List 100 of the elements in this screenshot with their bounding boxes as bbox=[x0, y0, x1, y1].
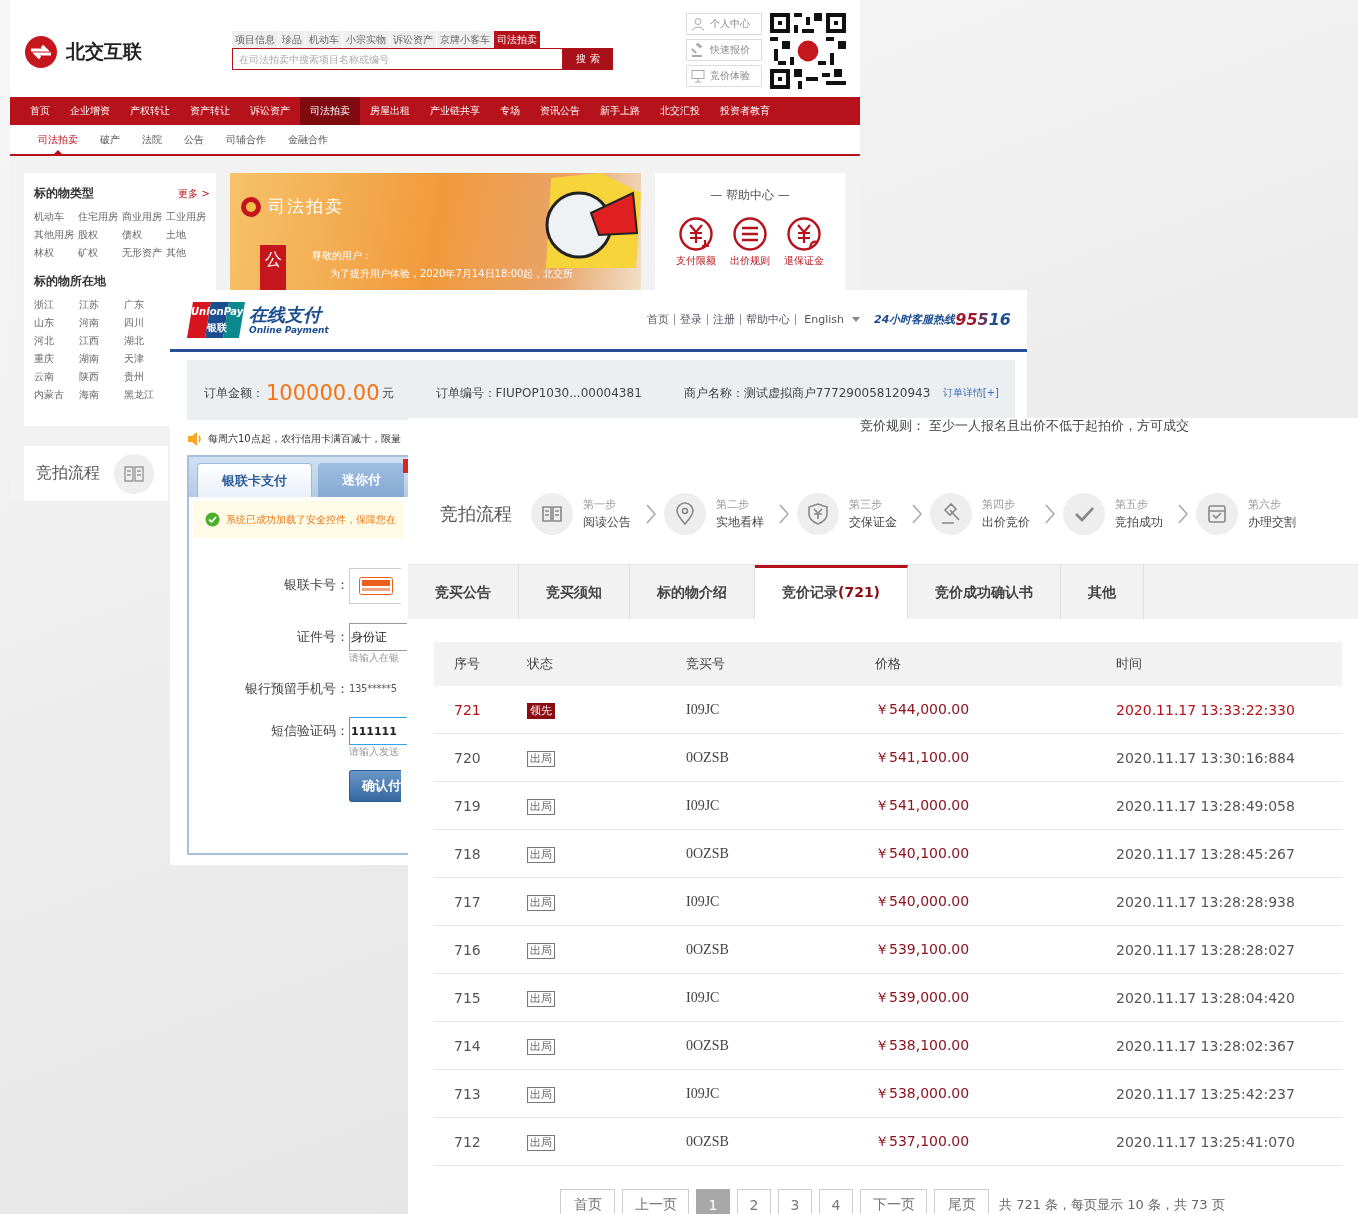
search-tab[interactable]: 项目信息 bbox=[232, 31, 278, 48]
bank-card-field[interactable] bbox=[349, 568, 401, 604]
location-link[interactable]: 内蒙古 bbox=[34, 388, 79, 401]
nav-item[interactable]: 投资者教育 bbox=[710, 97, 780, 125]
step-label: 出价竞价 bbox=[982, 514, 1030, 531]
detail-tab[interactable]: 竞买须知 bbox=[519, 565, 630, 619]
search-tab[interactable]: 诉讼资产 bbox=[390, 31, 436, 48]
nav-item[interactable]: 专场 bbox=[490, 97, 530, 125]
shield-icon bbox=[797, 493, 839, 535]
nav-item[interactable]: 资讯公告 bbox=[530, 97, 590, 125]
detail-tab[interactable]: 其他 bbox=[1061, 565, 1145, 619]
help-link[interactable]: 支付限额 bbox=[676, 254, 716, 268]
category-link[interactable]: 土地 bbox=[166, 228, 210, 241]
yuan-icon[interactable] bbox=[786, 216, 822, 252]
search-button[interactable]: 搜 索 bbox=[563, 48, 613, 70]
nav-item[interactable]: 房屋出租 bbox=[360, 97, 420, 125]
nav-item[interactable]: 司法拍卖 bbox=[300, 97, 360, 125]
location-link[interactable]: 江西 bbox=[79, 334, 124, 347]
subnav-item[interactable]: 金融合作 bbox=[278, 125, 338, 154]
header-link[interactable]: 登录 bbox=[675, 314, 709, 325]
page-button[interactable]: 4 bbox=[819, 1189, 853, 1214]
location-link[interactable]: 四川 bbox=[124, 316, 169, 329]
category-link[interactable]: 债权 bbox=[122, 228, 166, 241]
location-link[interactable]: 江苏 bbox=[79, 298, 124, 311]
security-notice: 系统已成功加载了安全控件，保障您在 bbox=[226, 512, 396, 527]
category-link[interactable]: 无形资产 bbox=[122, 246, 166, 259]
table-cell-text: 2020.11.17 13:33:22:330 bbox=[1116, 701, 1296, 718]
location-link[interactable]: 重庆 bbox=[34, 352, 79, 365]
detail-tab[interactable]: 竞价记录(721) bbox=[755, 565, 909, 619]
header-link[interactable]: 注册 bbox=[708, 314, 742, 325]
location-link[interactable]: 浙江 bbox=[34, 298, 79, 311]
logo-chinese-text: 银联 bbox=[207, 320, 227, 335]
location-link[interactable]: 湖南 bbox=[79, 352, 124, 365]
payment-tab[interactable]: 银联卡支付 bbox=[197, 463, 312, 497]
confirm-button[interactable]: 确认付 bbox=[349, 770, 401, 802]
page-button[interactable]: 3 bbox=[778, 1189, 812, 1214]
search-tab[interactable]: 小宗实物 bbox=[343, 31, 389, 48]
subnav-item[interactable]: 司法拍卖 bbox=[28, 125, 88, 154]
table-cell-text: I09JC bbox=[686, 701, 721, 718]
category-link[interactable]: 股权 bbox=[78, 228, 122, 241]
subnav-item[interactable]: 破产 bbox=[90, 125, 130, 154]
list-icon[interactable] bbox=[732, 216, 768, 252]
next-page-button[interactable]: 下一页 bbox=[860, 1189, 927, 1214]
subnav-item[interactable]: 法院 bbox=[132, 125, 172, 154]
nav-item[interactable]: 北交汇投 bbox=[650, 97, 710, 125]
location-link[interactable]: 广东 bbox=[124, 298, 169, 311]
language-select[interactable]: English bbox=[804, 313, 860, 326]
detail-tab[interactable]: 竞买公告 bbox=[408, 565, 519, 619]
check-icon bbox=[205, 512, 220, 527]
book-icon bbox=[531, 493, 573, 535]
category-link[interactable]: 矿权 bbox=[78, 246, 122, 259]
location-link[interactable]: 贵州 bbox=[124, 370, 169, 383]
detail-tab[interactable]: 竞价成功确认书 bbox=[908, 565, 1062, 619]
user-link[interactable]: 竞价体验 bbox=[686, 65, 762, 87]
search-tab[interactable]: 司法拍卖 bbox=[494, 31, 540, 48]
location-link[interactable]: 海南 bbox=[79, 388, 124, 401]
previous-page-button[interactable]: 上一页 bbox=[622, 1189, 689, 1214]
subnav-item[interactable]: 司辅合作 bbox=[216, 125, 276, 154]
location-link[interactable]: 黑龙江 bbox=[124, 388, 169, 401]
page-button[interactable]: 2 bbox=[737, 1189, 771, 1214]
nav-item[interactable]: 企业增资 bbox=[60, 97, 120, 125]
yuan-icon[interactable] bbox=[678, 216, 714, 252]
category-link[interactable]: 工业用房 bbox=[166, 210, 210, 223]
text-field[interactable]: 111111 bbox=[349, 717, 407, 745]
category-link[interactable]: 林权 bbox=[34, 246, 78, 259]
search-tab[interactable]: 京牌小客车 bbox=[437, 31, 493, 48]
nav-item[interactable]: 首页 bbox=[20, 97, 60, 125]
location-link[interactable]: 河北 bbox=[34, 334, 79, 347]
hotline-label: 24小时客服热线 bbox=[874, 312, 956, 327]
first-page-button[interactable]: 首页 bbox=[560, 1189, 615, 1214]
nav-item[interactable]: 新手上路 bbox=[590, 97, 650, 125]
order-details-link[interactable]: 订单详情[+] bbox=[942, 386, 999, 400]
nav-item[interactable]: 产业链共享 bbox=[420, 97, 490, 125]
search-tab[interactable]: 机动车 bbox=[306, 31, 342, 48]
location-link[interactable]: 陕西 bbox=[79, 370, 124, 383]
nav-item[interactable]: 产权转让 bbox=[120, 97, 180, 125]
search-tab[interactable]: 珍品 bbox=[279, 31, 305, 48]
user-link[interactable]: 快速报价 bbox=[686, 39, 762, 61]
user-link[interactable]: 个人中心 bbox=[686, 13, 762, 35]
header-link[interactable]: 首页 bbox=[642, 314, 676, 325]
nav-item[interactable]: 资产转让 bbox=[180, 97, 240, 125]
category-link[interactable]: 其他用房 bbox=[34, 228, 78, 241]
location-link[interactable]: 云南 bbox=[34, 370, 79, 383]
location-link[interactable]: 河南 bbox=[79, 316, 124, 329]
category-link[interactable]: 住宅用房 bbox=[78, 210, 122, 223]
category-link[interactable]: 其他 bbox=[166, 246, 210, 259]
help-link[interactable]: 退保证金 bbox=[784, 254, 824, 268]
last-page-button[interactable]: 尾页 bbox=[934, 1189, 989, 1214]
nav-item[interactable]: 诉讼资产 bbox=[240, 97, 300, 125]
location-link[interactable]: 山东 bbox=[34, 316, 79, 329]
help-link[interactable]: 出价规则 bbox=[730, 254, 770, 268]
header-link[interactable]: 帮助中心 bbox=[741, 314, 797, 325]
category-link[interactable]: 机动车 bbox=[34, 210, 78, 223]
category-link[interactable]: 商业用房 bbox=[122, 210, 166, 223]
text-field[interactable]: 身份证 bbox=[349, 623, 407, 651]
location-link[interactable]: 湖北 bbox=[124, 334, 169, 347]
more-link[interactable]: 更多 > bbox=[178, 187, 210, 201]
subnav-item[interactable]: 公告 bbox=[174, 125, 214, 154]
search-field[interactable]: 在司法拍卖中搜索项目名称或编号 bbox=[232, 48, 563, 70]
location-link[interactable]: 天津 bbox=[124, 352, 169, 365]
